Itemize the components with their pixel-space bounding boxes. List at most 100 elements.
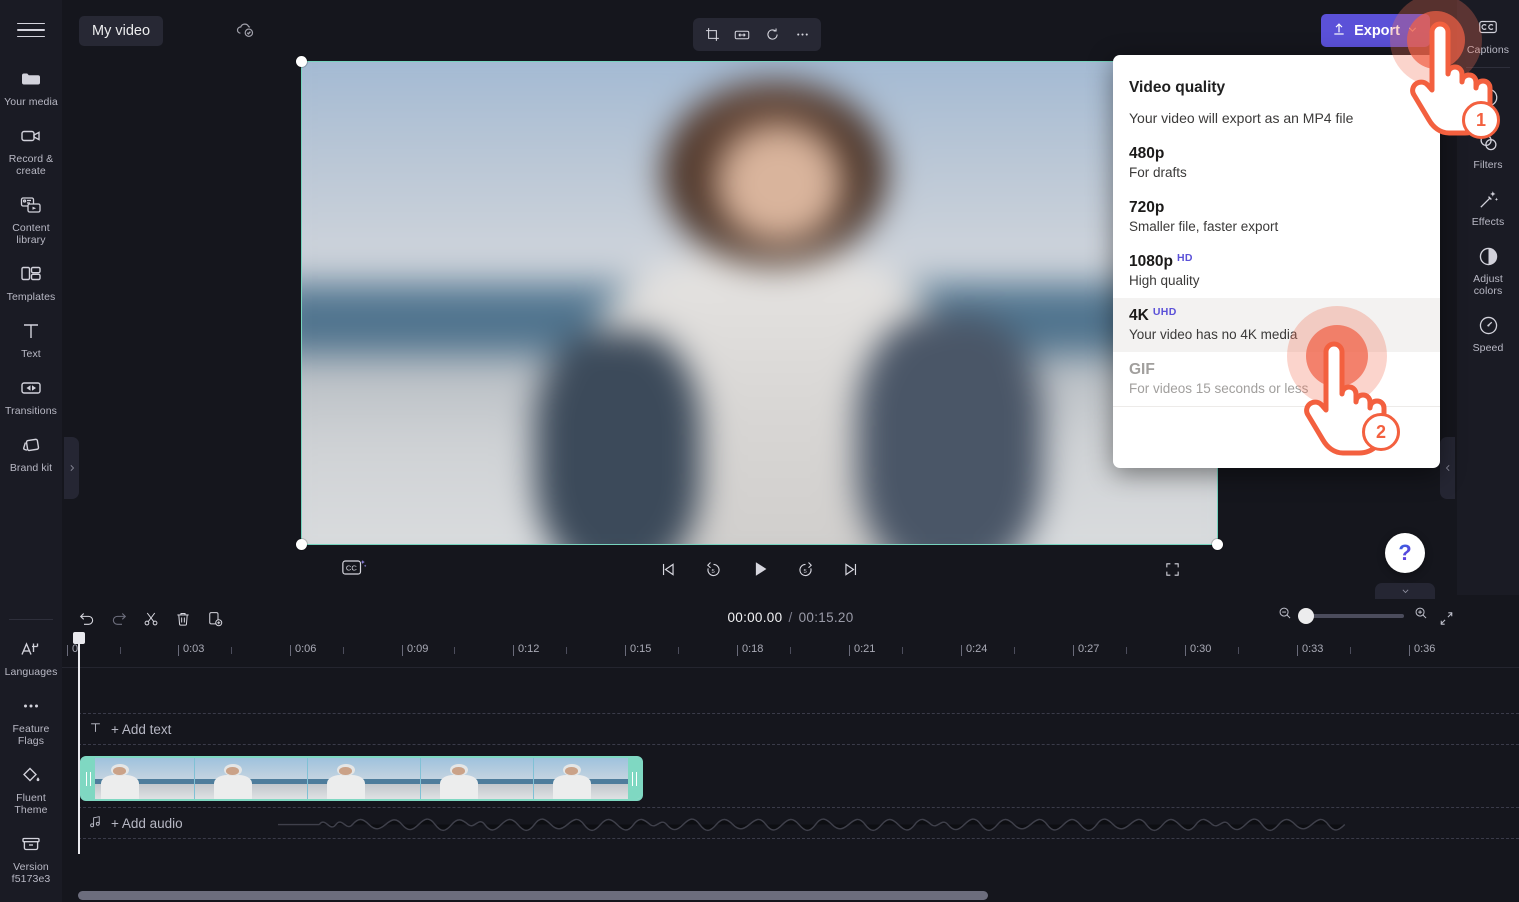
magic-wand-icon bbox=[1476, 187, 1500, 211]
export-menu-subtitle: Your video will export as an MP4 file bbox=[1129, 110, 1354, 126]
timeline-toolbar: 00:00.00 / 00:15.20 bbox=[62, 595, 1519, 643]
option-desc: For drafts bbox=[1129, 165, 1187, 180]
languages-icon bbox=[19, 637, 43, 661]
playhead[interactable] bbox=[73, 632, 85, 854]
zoom-in-icon[interactable] bbox=[1413, 605, 1429, 626]
export-option-480p[interactable]: 480p For drafts bbox=[1113, 136, 1440, 190]
rewind-5-button[interactable]: 5 bbox=[701, 556, 727, 582]
skip-to-end-button[interactable] bbox=[839, 556, 865, 582]
sidebar-item-record-create[interactable]: Record & create bbox=[0, 115, 62, 184]
speedometer-icon bbox=[1476, 313, 1500, 337]
sidebar-item-version[interactable]: Version f5173e3 bbox=[0, 823, 62, 892]
option-name: 720p bbox=[1129, 199, 1165, 216]
export-option-4k[interactable]: 4K UHD Your video has no 4K media bbox=[1113, 298, 1440, 352]
option-name: 480p bbox=[1129, 145, 1165, 162]
export-menu-title: Video quality bbox=[1129, 79, 1226, 96]
timeline-horizontal-scrollbar[interactable] bbox=[78, 891, 988, 900]
cc-icon bbox=[1476, 15, 1500, 39]
step-2-badge: 2 bbox=[1362, 413, 1400, 451]
contrast-half-circle-icon bbox=[1476, 244, 1500, 268]
ruler-tick-label: 0:09 bbox=[407, 643, 429, 655]
rotate-tool-button[interactable] bbox=[759, 22, 785, 47]
option-desc: For videos 15 seconds or less bbox=[1129, 381, 1309, 396]
ruler-tick-label: 0:27 bbox=[1078, 643, 1100, 655]
step-1-badge: 1 bbox=[1462, 101, 1500, 139]
sidebar-item-languages[interactable]: Languages bbox=[0, 628, 62, 685]
text-t-icon bbox=[88, 720, 103, 738]
sidebar-item-brand-kit[interactable]: Brand kit bbox=[0, 424, 62, 481]
option-desc: High quality bbox=[1129, 273, 1200, 288]
right-item-effects[interactable]: Effects bbox=[1457, 178, 1519, 235]
right-item-label: Effects bbox=[1471, 216, 1505, 228]
uhd-badge: UHD bbox=[1152, 306, 1177, 318]
right-item-speed[interactable]: Speed bbox=[1457, 304, 1519, 361]
left-sidebar-bottom: Languages Feature Flags Fluent Theme Ver… bbox=[0, 615, 62, 902]
export-option-720p[interactable]: 720p Smaller file, faster export bbox=[1113, 190, 1440, 244]
sidebar-label: Text bbox=[21, 348, 41, 360]
divider bbox=[9, 619, 53, 620]
crop-tool-button[interactable] bbox=[699, 22, 725, 47]
forward-5-button[interactable]: 5 bbox=[793, 556, 819, 582]
ruler-tick-label: 0:06 bbox=[295, 643, 317, 655]
clipchamp-editor: Your media Record & create Content libra… bbox=[0, 0, 1519, 902]
sidebar-item-templates[interactable]: Templates bbox=[0, 253, 62, 310]
preview-tools-group bbox=[693, 18, 821, 51]
export-button[interactable]: Export bbox=[1321, 14, 1430, 47]
sidebar-label: Content library bbox=[12, 222, 50, 246]
add-text-track[interactable]: + Add text bbox=[78, 713, 1519, 745]
sidebar-item-fluent-theme[interactable]: Fluent Theme bbox=[0, 754, 62, 823]
help-button[interactable]: ? bbox=[1385, 533, 1425, 573]
option-name: 1080p bbox=[1129, 253, 1173, 270]
play-button[interactable] bbox=[747, 556, 773, 582]
sidebar-item-transitions[interactable]: Transitions bbox=[0, 367, 62, 424]
sidebar-label: Languages bbox=[4, 666, 58, 678]
project-name-input[interactable]: My video bbox=[79, 16, 164, 46]
sidebar-label: Brand kit bbox=[9, 462, 53, 474]
right-item-captions[interactable]: Captions bbox=[1457, 6, 1519, 63]
divider bbox=[1466, 67, 1510, 68]
folder-icon bbox=[19, 67, 43, 91]
hamburger-menu-icon[interactable] bbox=[17, 18, 45, 42]
right-item-label: Adjust colors bbox=[1473, 273, 1503, 297]
sidebar-label: Transitions bbox=[4, 405, 58, 417]
svg-text:5: 5 bbox=[711, 568, 714, 574]
option-desc: Your video has no 4K media bbox=[1129, 327, 1298, 342]
fit-timeline-button[interactable] bbox=[1433, 605, 1459, 631]
right-item-label: Speed bbox=[1472, 342, 1504, 354]
export-option-1080p[interactable]: 1080p HD High quality bbox=[1113, 244, 1440, 298]
sidebar-label: Version f5173e3 bbox=[11, 861, 51, 885]
right-item-label: Filters bbox=[1473, 159, 1503, 171]
ruler-tick-label: 0:03 bbox=[183, 643, 205, 655]
brand-kit-icon bbox=[19, 433, 43, 457]
zoom-slider-knob[interactable] bbox=[1298, 607, 1314, 624]
export-quality-menu: Video quality Your video will export as … bbox=[1113, 55, 1440, 468]
timeline-zoom-controls bbox=[1277, 605, 1429, 626]
fit-tool-button[interactable] bbox=[729, 22, 755, 47]
left-panel-collapse-button[interactable] bbox=[64, 437, 79, 499]
add-audio-track[interactable]: + Add audio bbox=[78, 807, 1519, 839]
timeline-zoom-slider[interactable] bbox=[1298, 607, 1404, 624]
video-preview[interactable] bbox=[301, 62, 1218, 545]
more-tool-button[interactable] bbox=[789, 22, 815, 47]
sidebar-label: Your media bbox=[4, 96, 58, 108]
sidebar-item-text[interactable]: Text bbox=[0, 310, 62, 367]
skip-to-start-button[interactable] bbox=[655, 556, 681, 582]
clip-thumbnails bbox=[82, 758, 641, 799]
right-item-adjust-colors[interactable]: Adjust colors bbox=[1457, 235, 1519, 304]
fullscreen-button[interactable] bbox=[1159, 556, 1185, 582]
content-library-icon bbox=[19, 193, 43, 217]
ruler-tick-label: 0:15 bbox=[630, 643, 652, 655]
video-clip[interactable] bbox=[80, 756, 643, 801]
sidebar-item-content-library[interactable]: Content library bbox=[0, 184, 62, 253]
sidebar-item-feature-flags[interactable]: Feature Flags bbox=[0, 685, 62, 754]
timeline-ruler[interactable]: 0 0:03 0:06 0:09 0:12 0:15 0:18 0:21 0:2… bbox=[62, 643, 1519, 668]
clip-trim-handle-left[interactable] bbox=[82, 758, 95, 799]
panel-collapse-down-button[interactable] bbox=[1375, 583, 1435, 599]
right-panel-collapse-button[interactable] bbox=[1440, 437, 1455, 499]
ruler-tick-label: 0:24 bbox=[966, 643, 988, 655]
clip-trim-handle-right[interactable] bbox=[628, 758, 641, 799]
sidebar-item-your-media[interactable]: Your media bbox=[0, 58, 62, 115]
zoom-out-icon[interactable] bbox=[1277, 605, 1293, 626]
export-option-gif: GIF For videos 15 seconds or less bbox=[1113, 352, 1440, 406]
video-frame-content bbox=[301, 62, 1218, 545]
